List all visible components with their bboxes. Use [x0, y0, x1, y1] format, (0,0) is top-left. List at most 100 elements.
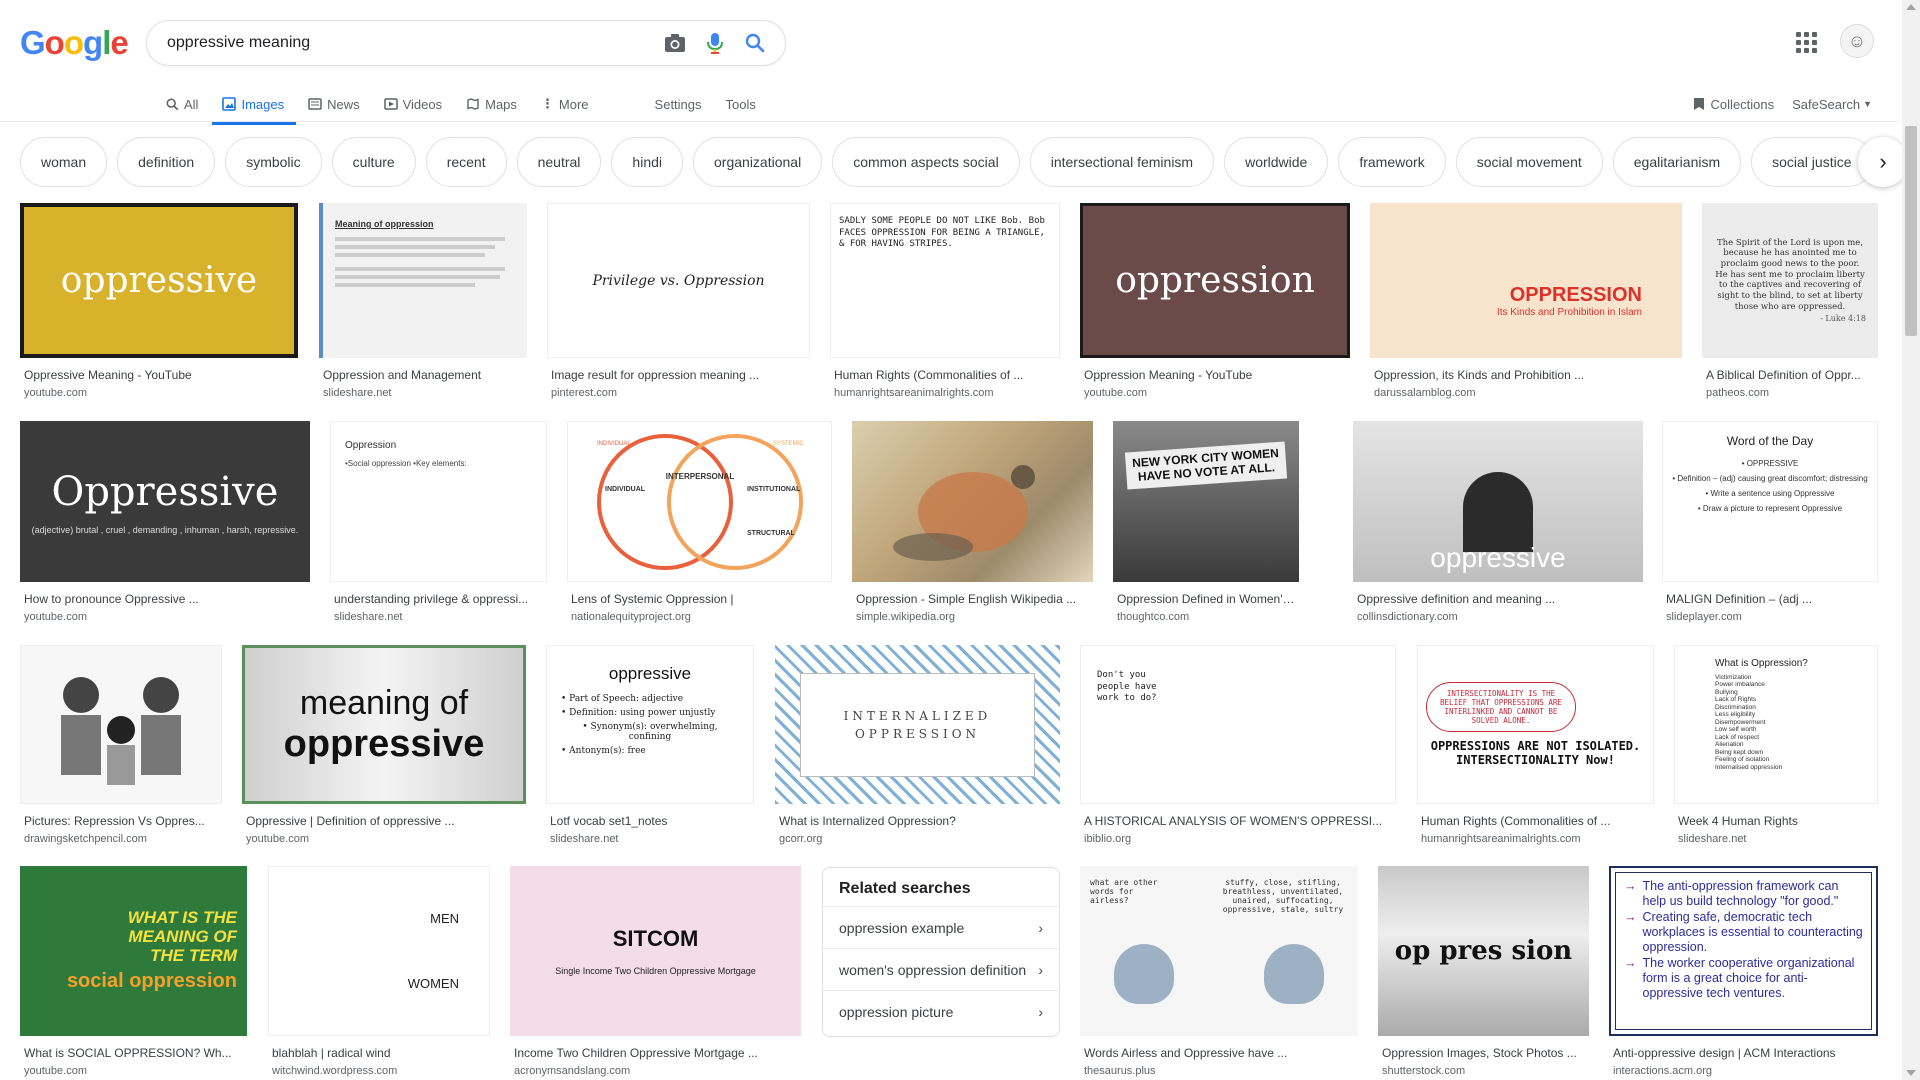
tab-all[interactable]: All — [166, 86, 198, 122]
settings-link[interactable]: Settings — [655, 86, 702, 122]
chip[interactable]: woman — [20, 137, 108, 187]
image-result[interactable]: NEW YORK CITY WOMEN HAVE NO VOTE AT ALL.… — [1113, 421, 1299, 623]
thumb-line: Less eligibility — [1715, 711, 1756, 719]
logo-letter: G — [20, 24, 46, 61]
image-result[interactable]: what are other words for airless? stuffy… — [1080, 866, 1358, 1077]
related-searches-title: Related searches — [839, 880, 971, 897]
safesearch-dropdown[interactable]: SafeSearch ▼ — [1792, 97, 1872, 112]
image-result[interactable]: MEN WOMEN blahblah | radical wind witchw… — [268, 866, 490, 1077]
tab-more[interactable]: ⋮ More — [541, 86, 589, 122]
image-result[interactable]: meaning of oppressive Oppressive | Defin… — [242, 645, 526, 845]
image-result[interactable]: oppression Oppression Meaning - YouTube … — [1080, 203, 1350, 399]
image-result[interactable]: Oppression •Social oppression •Key eleme… — [330, 421, 547, 623]
image-result[interactable]: Word of the Day • OPPRESSIVE • Definitio… — [1662, 421, 1878, 623]
image-result[interactable]: INTERPERSONAL INDIVIDUAL SYSTEMIC INDIVI… — [567, 421, 832, 623]
tools-link[interactable]: Tools — [726, 86, 756, 122]
result-thumbnail: The Spirit of the Lord is upon me, becau… — [1702, 203, 1878, 358]
image-result[interactable]: INTERSECTIONALITY IS THE BELIEF THAT OPP… — [1417, 645, 1654, 845]
scrollbar-thumb[interactable] — [1905, 126, 1917, 336]
vertical-scrollbar[interactable] — [1902, 0, 1920, 1080]
image-result[interactable]: → The anti-oppression framework can help … — [1609, 866, 1878, 1077]
result-caption: Week 4 Human Rights — [1678, 814, 1798, 828]
search-icon[interactable] — [741, 29, 769, 57]
thumb-text: Word of the Day — [1726, 434, 1814, 448]
image-result[interactable]: The Spirit of the Lord is upon me, becau… — [1702, 203, 1878, 399]
result-thumbnail: oppressive — [20, 203, 298, 358]
result-caption: Oppression - Simple English Wikipedia ..… — [856, 592, 1077, 606]
related-search-item[interactable]: oppression example › — [823, 906, 1059, 948]
microphone-icon[interactable] — [701, 29, 729, 57]
image-result[interactable]: oppressive Oppressive definition and mea… — [1353, 421, 1643, 623]
search-box — [146, 20, 786, 66]
image-result[interactable]: Privilege vs. Oppression Image result fo… — [547, 203, 810, 399]
related-search-item[interactable]: women's oppression definition › — [823, 948, 1059, 990]
result-caption: Anti-oppressive design | ACM Interaction… — [1613, 1046, 1836, 1060]
chip[interactable]: social movement — [1455, 137, 1603, 187]
image-result[interactable]: WHAT IS THE MEANING OF THE TERM social o… — [20, 866, 247, 1077]
chip[interactable]: neutral — [516, 137, 602, 187]
thumb-line: Bullying — [1715, 688, 1738, 696]
chip[interactable]: framework — [1338, 137, 1446, 187]
related-search-label: oppression example — [839, 919, 965, 936]
tab-news[interactable]: News — [308, 86, 360, 122]
tab-label: All — [184, 96, 199, 112]
result-source: witchwind.wordpress.com — [272, 1065, 398, 1077]
tab-maps[interactable]: Maps — [466, 86, 517, 122]
sketch-illustration — [61, 676, 181, 785]
image-result[interactable]: Don't you people have work to do? A HIST… — [1080, 645, 1396, 845]
result-thumbnail: What is Oppression? Victimization Power … — [1674, 645, 1878, 804]
chip[interactable]: hindi — [611, 137, 684, 187]
image-result[interactable]: op pres sion Oppression Images, Stock Ph… — [1378, 866, 1589, 1077]
chip[interactable]: symbolic — [225, 137, 322, 187]
video-icon — [383, 98, 398, 110]
chip[interactable]: definition — [117, 137, 216, 187]
apps-grid-icon[interactable] — [1794, 30, 1818, 54]
result-source: shutterstock.com — [1382, 1065, 1466, 1077]
image-result[interactable]: Oppression - Simple English Wikipedia ..… — [852, 421, 1093, 623]
collections-link[interactable]: Collections — [1693, 97, 1774, 112]
safesearch-label: SafeSearch — [1792, 96, 1861, 112]
image-result[interactable]: Pictures: Repression Vs Oppres... drawin… — [20, 645, 222, 845]
chip[interactable]: recent — [425, 137, 507, 187]
thumb-line: Low self worth — [1715, 726, 1757, 734]
result-thumbnail: Meaning of oppression — [319, 203, 527, 358]
search-input[interactable] — [167, 34, 649, 52]
result-source: collinsdictionary.com — [1357, 611, 1458, 623]
logo-letter: g — [83, 24, 103, 61]
google-logo[interactable]: Google — [20, 24, 129, 62]
image-result[interactable]: Oppressive (adjective) brutal , cruel , … — [20, 421, 310, 623]
thumb-line: Internalised oppression — [1715, 763, 1783, 771]
chip[interactable]: organizational — [693, 137, 823, 187]
thumb-subtext: - Luke 4:18 — [1820, 314, 1866, 324]
thumb-line: • Definition – (adj) causing great disco… — [1672, 474, 1868, 483]
related-search-item[interactable]: oppression picture › — [823, 990, 1059, 1032]
chip[interactable]: egalitarianism — [1612, 137, 1742, 187]
tab-images[interactable]: Images — [212, 86, 296, 125]
image-result[interactable]: OPPRESSION Its Kinds and Prohibition in … — [1370, 203, 1682, 399]
camera-icon[interactable] — [661, 29, 689, 57]
image-result[interactable]: What is Oppression? Victimization Power … — [1674, 645, 1878, 845]
tab-videos[interactable]: Videos — [383, 86, 442, 122]
image-result[interactable]: SITCOM Single Income Two Children Oppres… — [510, 866, 801, 1077]
image-result[interactable]: oppressive Oppressive Meaning - YouTube … — [20, 203, 298, 399]
thumb-text: what are other words for airless? — [1090, 878, 1158, 905]
chip[interactable]: culture — [331, 137, 416, 187]
image-result[interactable]: SADLY SOME PEOPLE DO NOT LIKE Bob. Bob F… — [830, 203, 1060, 399]
account-avatar[interactable]: ☺ — [1840, 24, 1874, 58]
scroll-down-icon[interactable] — [1906, 1070, 1916, 1076]
related-search-label: oppression picture — [839, 1003, 954, 1020]
thumb-text: WHAT IS THE MEANING OF THE TERM — [127, 908, 237, 965]
chip[interactable]: common aspects social — [832, 137, 1020, 187]
tab-label: More — [558, 96, 589, 112]
chevron-right-icon[interactable]: › — [1858, 137, 1908, 187]
chip[interactable]: worldwide — [1224, 137, 1329, 187]
result-thumbnail: op pres sion — [1378, 866, 1589, 1036]
scroll-up-icon[interactable] — [1906, 4, 1916, 10]
image-result[interactable]: oppressive • Part of Speech: adjective •… — [546, 645, 754, 845]
result-source: thoughtco.com — [1117, 611, 1190, 623]
chip[interactable]: social justice — [1751, 137, 1873, 187]
chip[interactable]: intersectional feminism — [1029, 137, 1215, 187]
thumb-text: OPPRESSION — [1509, 283, 1642, 306]
image-result[interactable]: Meaning of oppression Oppression and Man… — [319, 203, 527, 399]
image-result[interactable]: INTERNALIZED OPPRESSION What is Internal… — [775, 645, 1060, 845]
